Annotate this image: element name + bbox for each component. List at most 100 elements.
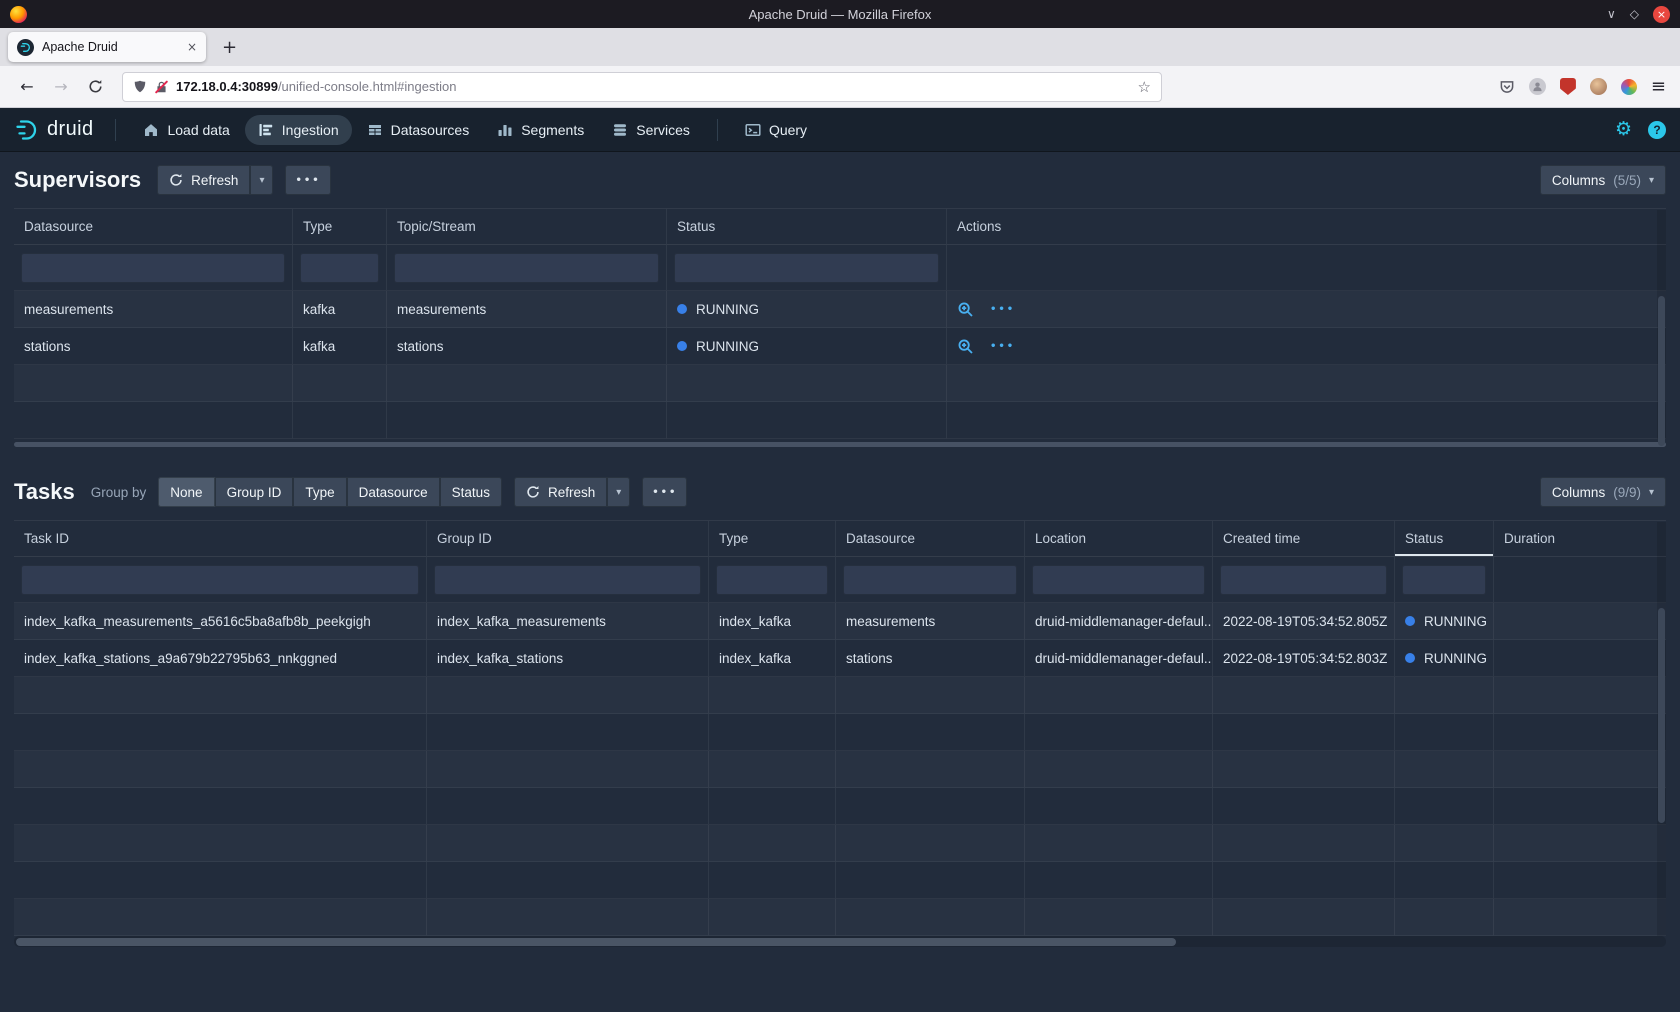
supervisor-row[interactable]: stations kafka stations RUNNING •••	[14, 328, 1666, 365]
back-icon[interactable]: ←	[12, 77, 42, 96]
nav-item-datasources[interactable]: Datasources	[354, 115, 483, 145]
tasks-table-header: Task ID Group ID Type Datasource Locatio…	[14, 521, 1666, 557]
column-header-type[interactable]: Type	[709, 521, 836, 557]
column-header-status[interactable]: Status	[1395, 521, 1494, 557]
supervisors-refresh-button[interactable]: Refresh	[157, 165, 250, 195]
header-divider	[115, 119, 116, 141]
url-bar[interactable]: 172.18.0.4:30899/unified-console.html#in…	[122, 72, 1162, 102]
column-header-datasource[interactable]: Datasource	[836, 521, 1025, 557]
profile-avatar-icon[interactable]	[1590, 78, 1607, 95]
nav-item-segments[interactable]: Segments	[484, 115, 597, 145]
window-title: Apache Druid — Mozilla Firefox	[0, 7, 1680, 22]
tasks-refresh-dropdown-button[interactable]: ▾	[607, 477, 630, 507]
empty-table-row	[14, 714, 1666, 751]
scrollbar-thumb[interactable]	[1658, 296, 1665, 446]
column-header-status[interactable]: Status	[667, 209, 947, 245]
nav-item-ingestion[interactable]: Ingestion	[245, 115, 352, 145]
column-header-location[interactable]: Location	[1025, 521, 1213, 557]
pocket-icon[interactable]	[1499, 79, 1515, 94]
column-header-actions: Actions	[947, 209, 1666, 245]
type-filter-input[interactable]	[300, 253, 379, 283]
column-header-type[interactable]: Type	[293, 209, 387, 245]
nav-item-load-data[interactable]: Load data	[130, 115, 242, 145]
column-header-topic-stream[interactable]: Topic/Stream	[387, 209, 667, 245]
tracking-protection-shield-icon[interactable]	[133, 79, 147, 94]
topic-stream-filter-input[interactable]	[394, 253, 659, 283]
browser-tab[interactable]: Apache Druid ×	[8, 32, 206, 62]
type-filter-input[interactable]	[716, 565, 828, 595]
tasks-more-button[interactable]: •••	[642, 477, 687, 507]
url-path: /unified-console.html#ingestion	[278, 79, 457, 94]
status-filter-input[interactable]	[674, 253, 939, 283]
scrollbar-thumb[interactable]	[1658, 608, 1665, 823]
created-time-filter-input[interactable]	[1220, 565, 1387, 595]
datasource-filter-input[interactable]	[21, 253, 285, 283]
column-header-group-id[interactable]: Group ID	[427, 521, 709, 557]
column-header-created-time[interactable]: Created time	[1213, 521, 1395, 557]
window-minimize-icon[interactable]: ∨	[1607, 7, 1616, 21]
row-more-icon[interactable]: •••	[990, 304, 1015, 315]
task-row[interactable]: index_kafka_measurements_a5616c5ba8afb8b…	[14, 603, 1666, 640]
columns-count: (5/5)	[1613, 173, 1641, 188]
type-cell: index_kafka	[709, 640, 836, 677]
supervisors-refresh-group: Refresh ▾	[157, 165, 273, 195]
gear-icon[interactable]: ⚙	[1615, 120, 1632, 139]
druid-logo[interactable]: druid	[14, 117, 93, 143]
task-id-filter-input[interactable]	[21, 565, 419, 595]
nav-item-services[interactable]: Services	[599, 115, 703, 145]
tab-close-icon[interactable]: ×	[187, 40, 197, 54]
row-more-icon[interactable]: •••	[990, 341, 1015, 352]
datasource-filter-input[interactable]	[843, 565, 1017, 595]
location-filter-input[interactable]	[1032, 565, 1205, 595]
status-text: RUNNING	[696, 339, 759, 354]
empty-table-row	[14, 402, 1666, 439]
column-header-datasource[interactable]: Datasource	[14, 209, 293, 245]
forward-icon[interactable]: →	[46, 77, 76, 96]
scrollbar-thumb[interactable]	[14, 442, 1666, 447]
new-tab-button[interactable]: +	[212, 37, 247, 58]
topic-cell: stations	[387, 328, 667, 365]
status-cell: RUNNING	[667, 328, 947, 365]
tasks-columns-button[interactable]: Columns (9/9) ▾	[1540, 477, 1666, 507]
empty-table-row	[14, 862, 1666, 899]
status-filter-input[interactable]	[1402, 565, 1486, 595]
supervisors-refresh-dropdown-button[interactable]: ▾	[250, 165, 273, 195]
actions-cell: •••	[947, 291, 1666, 328]
supervisors-horizontal-scrollbar[interactable]	[14, 442, 1666, 449]
chevron-down-icon: ▾	[1649, 487, 1654, 498]
window-close-icon[interactable]: ×	[1653, 6, 1670, 23]
bookmark-star-icon[interactable]: ☆	[1138, 78, 1151, 96]
zoom-in-icon[interactable]	[957, 301, 974, 318]
help-icon[interactable]: ?	[1648, 121, 1666, 139]
tasks-vertical-scrollbar[interactable]	[1657, 522, 1666, 936]
supervisors-vertical-scrollbar[interactable]	[1657, 210, 1666, 439]
window-maximize-icon[interactable]: ◇	[1630, 7, 1639, 21]
refresh-icon	[169, 173, 183, 187]
reload-icon[interactable]	[80, 79, 110, 94]
column-header-duration[interactable]: Duration	[1494, 521, 1666, 557]
menu-icon[interactable]: ≡	[1651, 76, 1666, 97]
group-id-filter-input[interactable]	[434, 565, 701, 595]
group-by-status-button[interactable]: Status	[440, 477, 502, 507]
supervisor-row[interactable]: measurements kafka measurements RUNNING …	[14, 291, 1666, 328]
group-by-datasource-button[interactable]: Datasource	[347, 477, 440, 507]
supervisors-more-button[interactable]: •••	[285, 165, 330, 195]
group-by-none-button[interactable]: None	[158, 477, 214, 507]
supervisors-columns-button[interactable]: Columns (5/5) ▾	[1540, 165, 1666, 195]
url-text: 172.18.0.4:30899/unified-console.html#in…	[176, 79, 1130, 94]
column-header-task-id[interactable]: Task ID	[14, 521, 427, 557]
scrollbar-thumb[interactable]	[16, 938, 1176, 946]
nav-item-query[interactable]: Query	[732, 115, 820, 145]
ublock-origin-icon[interactable]	[1560, 78, 1576, 95]
group-by-type-button[interactable]: Type	[293, 477, 346, 507]
segments-icon	[497, 122, 513, 138]
insecure-lock-icon[interactable]	[155, 80, 168, 94]
zoom-in-icon[interactable]	[957, 338, 974, 355]
account-avatar-icon[interactable]	[1529, 78, 1546, 95]
task-row[interactable]: index_kafka_stations_a9a679b22795b63_nnk…	[14, 640, 1666, 677]
pinwheel-extension-icon[interactable]	[1621, 79, 1637, 95]
tasks-refresh-button[interactable]: Refresh	[514, 477, 607, 507]
duration-cell	[1494, 640, 1666, 677]
group-by-group-id-button[interactable]: Group ID	[215, 477, 294, 507]
tasks-horizontal-scrollbar[interactable]	[14, 936, 1666, 947]
